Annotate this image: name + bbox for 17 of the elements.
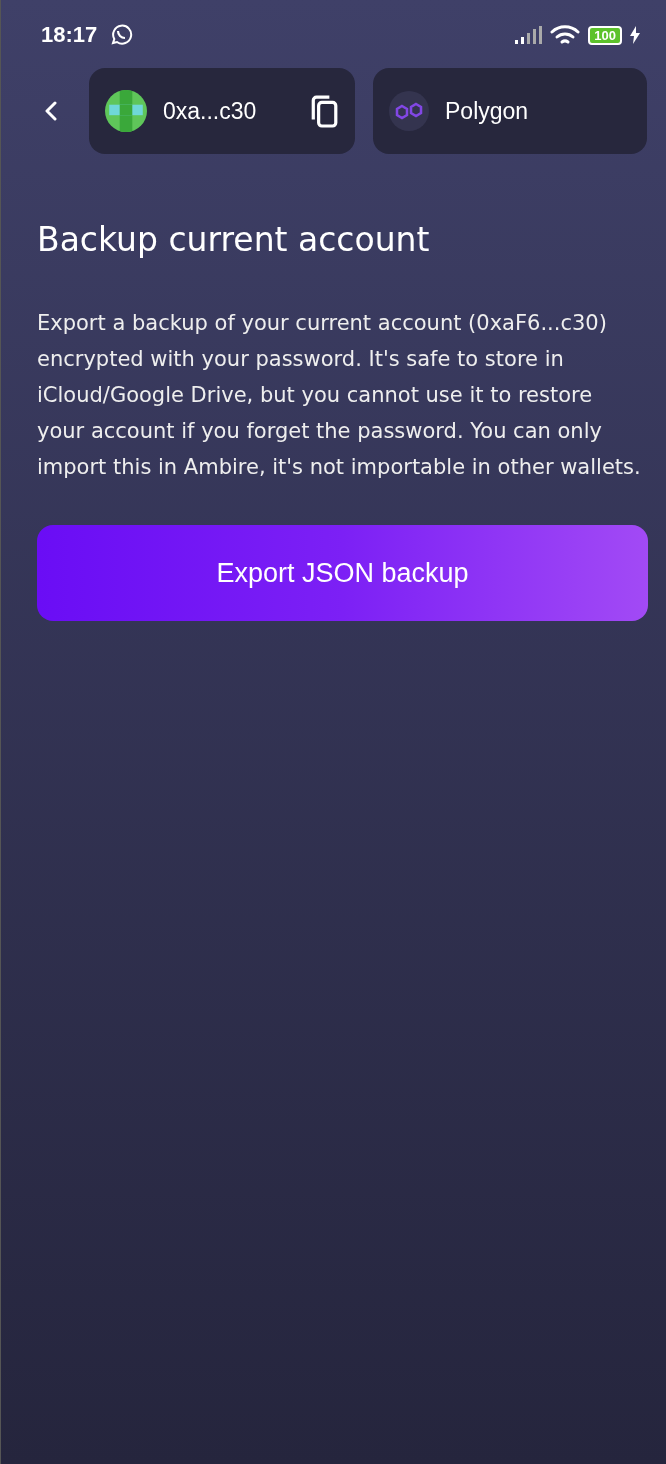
description-text: Export a backup of your current account (0xaF6...c30) encrypted with your password. It's safe to store in iCloud/Google Drive, but you cannot use it to restore your account if you forget the password. You can only import this in Ambire, it's not importable in other wallets. [37, 310, 642, 481]
battery-indicator: 100 [588, 25, 622, 45]
chat-icon [109, 23, 134, 47]
signal-icon [514, 25, 543, 45]
page-title: Backup current account [37, 220, 431, 259]
account-selector[interactable]: 0xa...c30 [89, 68, 355, 154]
charging-icon [630, 26, 640, 44]
copy-icon[interactable] [309, 93, 339, 129]
network-selector[interactable]: Polygon [373, 68, 647, 154]
export-button[interactable]: Export JSON backup [37, 525, 648, 621]
status-time: 18:17 [41, 22, 98, 48]
polygon-icon [389, 91, 429, 131]
back-icon [45, 101, 57, 121]
account-address: 0xa...c30 [163, 97, 258, 125]
network-name: Polygon [445, 97, 529, 125]
avatar-icon [105, 90, 147, 132]
wifi-icon [550, 24, 581, 46]
